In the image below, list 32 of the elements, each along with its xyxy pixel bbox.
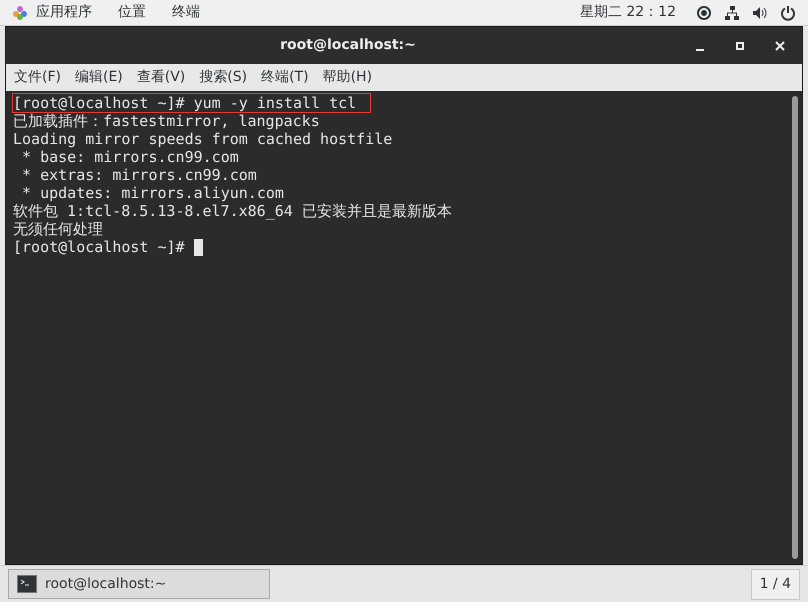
terminal-line: * base: mirrors.cn99.com [21, 148, 239, 166]
terminal-line: 无须任何处理 [13, 220, 103, 238]
terminal-line: [root@localhost ~]# [13, 238, 186, 256]
terminal-line: Loading mirror speeds from cached hostfile [13, 130, 392, 148]
terminal-line: 软件包 1:tcl-8.5.13-8.el7.x86_64 已安装并且是最新版本 [13, 202, 452, 220]
top-menu-item[interactable]: 位置 [118, 2, 146, 23]
record-icon[interactable] [696, 4, 712, 20]
terminal-line: 已加载插件：fastestmirror, langpacks [13, 112, 320, 130]
menu-item[interactable]: 文件(F) [9, 67, 66, 88]
menu-item[interactable]: 帮助(H) [318, 67, 378, 88]
volume-icon[interactable] [752, 4, 768, 20]
top-menu-item[interactable]: 终端 [172, 2, 200, 23]
menu-item[interactable]: 编辑(E) [70, 67, 128, 88]
terminal-line: [root@localhost ~]# yum -y install tcl [13, 94, 370, 112]
close-icon [775, 40, 785, 50]
top-menu-item[interactable]: 应用程序 [36, 2, 92, 23]
menu-item[interactable]: 搜索(S) [194, 67, 252, 88]
menu-item[interactable]: 终端(T) [256, 67, 314, 88]
power-icon[interactable] [780, 4, 796, 20]
menu-item[interactable]: 查看(V) [132, 67, 190, 88]
window-title: root@localhost:~ [280, 36, 416, 55]
minimize-icon [696, 48, 704, 50]
terminal-icon [17, 575, 37, 593]
terminal-area[interactable] [6, 91, 802, 564]
maximize-icon [735, 40, 745, 50]
terminal-line: * updates: mirrors.aliyun.com [21, 184, 284, 202]
network-icon[interactable] [724, 4, 740, 20]
clock[interactable]: 星期二 22：12 [580, 2, 676, 23]
terminal-line: * extras: mirrors.cn99.com [21, 166, 257, 184]
taskbar-button[interactable]: root@localhost:~ [8, 569, 270, 599]
workspace-indicator[interactable]: 1 / 4 [750, 568, 800, 600]
app-menu-icon[interactable] [12, 4, 28, 20]
